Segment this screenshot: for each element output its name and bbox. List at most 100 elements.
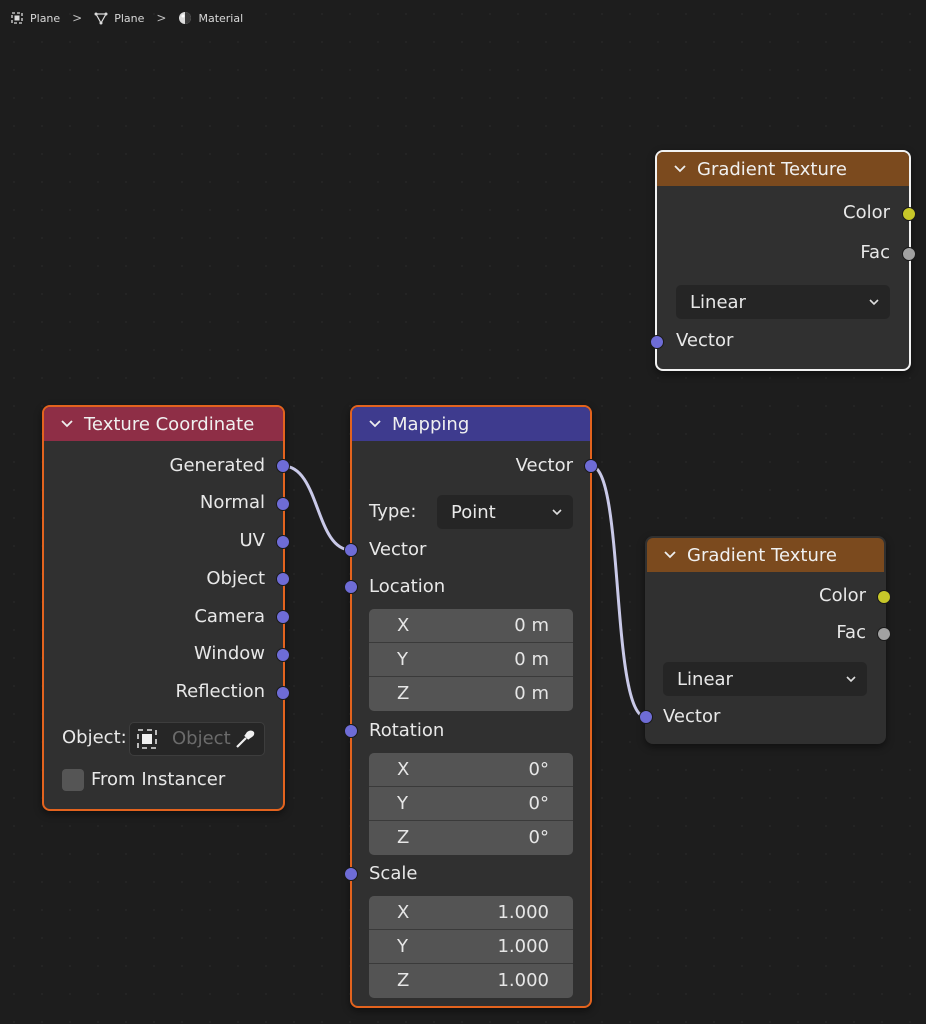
input-scale-socket[interactable] <box>344 867 358 881</box>
output-color-label: Color <box>843 202 890 223</box>
breadcrumb-material[interactable]: Material <box>178 11 243 25</box>
output-normal-label: Normal <box>199 492 265 513</box>
output-reflection-label: Reflection <box>175 681 265 702</box>
node-header[interactable]: Gradient Texture <box>647 538 884 572</box>
output-vector-label: Vector <box>515 455 573 476</box>
output-generated-label: Generated <box>169 455 266 476</box>
chevron-down-icon <box>869 299 879 306</box>
chevron-down-icon[interactable] <box>663 548 677 562</box>
field-label: Z <box>397 827 410 848</box>
breadcrumb-mesh-label: Plane <box>114 11 145 25</box>
mapping-type-value: Point <box>451 501 496 523</box>
output-normal-socket[interactable] <box>276 497 290 511</box>
output-color-label: Color <box>819 585 866 606</box>
field-label: Y <box>397 936 408 957</box>
node-header[interactable]: Texture Coordinate <box>44 407 283 441</box>
input-vector-socket[interactable] <box>344 543 358 557</box>
chevron-down-icon[interactable] <box>60 417 74 431</box>
rotation-z-field[interactable]: Z 0° <box>369 821 573 855</box>
output-object-label: Object <box>206 568 265 589</box>
field-value: 0° <box>528 759 549 780</box>
object-placeholder: Object <box>172 728 231 749</box>
rotation-y-field[interactable]: Y 0° <box>369 787 573 821</box>
field-value: 0 m <box>514 683 549 704</box>
node-title: Gradient Texture <box>687 544 837 566</box>
output-fac-socket[interactable] <box>877 627 891 641</box>
field-value: 0° <box>528 827 549 848</box>
output-fac-label: Fac <box>836 622 866 643</box>
gradient-type-value: Linear <box>690 291 746 313</box>
from-instancer-label: From Instancer <box>91 769 226 790</box>
output-reflection-socket[interactable] <box>276 686 290 700</box>
location-y-field[interactable]: Y 0 m <box>369 643 573 677</box>
field-value: 1.000 <box>497 902 549 923</box>
mapping-type-dropdown[interactable]: Point <box>437 495 573 529</box>
location-label: Location <box>369 576 446 597</box>
output-camera-socket[interactable] <box>276 610 290 624</box>
rotation-fields: X 0° Y 0° Z 0° <box>369 753 573 855</box>
output-window-label: Window <box>194 643 265 664</box>
output-generated-socket[interactable] <box>276 459 290 473</box>
object-field[interactable]: Object <box>129 722 265 756</box>
output-uv-socket[interactable] <box>276 535 290 549</box>
gradient-type-value: Linear <box>677 668 733 690</box>
output-object-socket[interactable] <box>276 572 290 586</box>
scale-z-field[interactable]: Z 1.000 <box>369 964 573 998</box>
breadcrumb-mesh[interactable]: Plane <box>94 11 144 25</box>
input-vector-socket[interactable] <box>650 335 664 349</box>
location-z-field[interactable]: Z 0 m <box>369 677 573 711</box>
gradient-type-dropdown[interactable]: Linear <box>663 662 867 696</box>
output-vector-socket[interactable] <box>584 459 598 473</box>
node-title: Texture Coordinate <box>84 413 255 435</box>
scale-label: Scale <box>369 863 418 884</box>
object-label: Object: <box>62 727 127 748</box>
field-label: Y <box>397 793 408 814</box>
scale-y-field[interactable]: Y 1.000 <box>369 930 573 964</box>
chevron-down-icon[interactable] <box>368 417 382 431</box>
output-window-socket[interactable] <box>276 648 290 662</box>
breadcrumb-object[interactable]: Plane <box>10 11 60 25</box>
object-icon <box>11 12 23 24</box>
output-fac-socket[interactable] <box>902 247 916 261</box>
field-label: Z <box>397 683 410 704</box>
chevron-down-icon <box>552 509 562 516</box>
location-fields: X 0 m Y 0 m Z 0 m <box>369 609 573 711</box>
breadcrumb: Plane > Plane > Material <box>10 9 243 27</box>
input-location-socket[interactable] <box>344 580 358 594</box>
breadcrumb-separator: > <box>72 11 83 25</box>
rotation-label: Rotation <box>369 720 445 741</box>
node-header[interactable]: Mapping <box>352 407 590 441</box>
rotation-x-field[interactable]: X 0° <box>369 753 573 787</box>
field-value: 0 m <box>514 649 549 670</box>
node-title: Gradient Texture <box>697 158 847 180</box>
input-vector-label: Vector <box>663 706 721 727</box>
input-vector-label: Vector <box>676 330 734 351</box>
input-vector-socket[interactable] <box>639 710 653 724</box>
field-value: 0 m <box>514 615 549 636</box>
output-fac-label: Fac <box>860 242 890 263</box>
output-color-socket[interactable] <box>877 590 891 604</box>
chevron-down-icon[interactable] <box>673 162 687 176</box>
location-x-field[interactable]: X 0 m <box>369 609 573 643</box>
material-icon <box>179 12 192 24</box>
from-instancer-checkbox[interactable] <box>62 769 84 791</box>
mesh-icon <box>94 12 108 25</box>
type-label: Type: <box>369 501 417 522</box>
node-header[interactable]: Gradient Texture <box>657 152 909 186</box>
eyedropper-icon[interactable] <box>234 728 256 750</box>
scale-x-field[interactable]: X 1.000 <box>369 896 573 930</box>
input-rotation-socket[interactable] <box>344 724 358 738</box>
field-value: 0° <box>528 793 549 814</box>
field-label: X <box>397 902 410 923</box>
output-color-socket[interactable] <box>902 207 916 221</box>
node-title: Mapping <box>392 413 470 435</box>
field-label: X <box>397 615 410 636</box>
field-label: X <box>397 759 410 780</box>
field-value: 1.000 <box>497 970 549 991</box>
link-mapping-to-gradient <box>590 464 647 719</box>
output-uv-label: UV <box>239 530 266 551</box>
gradient-type-dropdown[interactable]: Linear <box>676 285 890 319</box>
object-icon <box>137 729 157 749</box>
output-camera-label: Camera <box>194 606 265 627</box>
breadcrumb-separator: > <box>156 11 167 25</box>
